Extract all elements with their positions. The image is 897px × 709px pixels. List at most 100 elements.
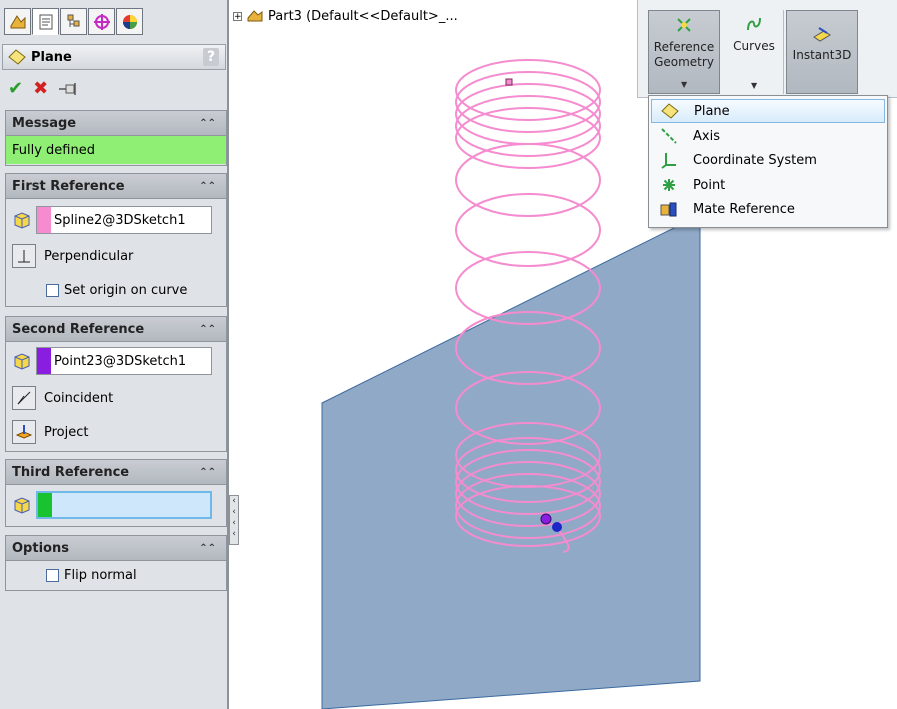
mate-reference-icon <box>659 199 679 219</box>
instant3d-button[interactable]: Instant3D <box>786 10 858 94</box>
third-reference-swatch <box>38 493 52 517</box>
reference-geometry-label: Reference Geometry <box>653 40 715 69</box>
reference-geometry-button[interactable]: Reference Geometry ▼ <box>648 10 720 94</box>
menu-item-plane[interactable]: Plane <box>651 99 885 123</box>
flip-normal-label: Flip normal <box>64 567 137 583</box>
first-reference-selection-row: Spline2@3DSketch1 <box>12 205 212 235</box>
menu-item-point[interactable]: Point <box>651 173 885 197</box>
menu-item-coordinate-system[interactable]: Coordinate System <box>651 148 885 172</box>
options-header[interactable]: Options ⌃⌃ <box>6 536 226 561</box>
part-name[interactable]: Part3 (Default<<Default>_... <box>268 9 458 24</box>
third-reference-field[interactable] <box>36 491 212 519</box>
reference-cube-icon <box>14 212 30 229</box>
reference-cube-icon <box>14 497 30 514</box>
coincident-option[interactable]: Coincident <box>12 386 113 410</box>
coincident-label: Coincident <box>44 390 114 406</box>
helix-coil <box>455 107 601 169</box>
manager-tabs <box>4 8 143 38</box>
feature-tree-icon <box>10 14 25 28</box>
helix-coil <box>455 193 601 267</box>
collapse-chevron-icon[interactable]: ⌃⌃ <box>199 324 216 335</box>
axis-icon <box>659 126 679 146</box>
dimxpert-manager-tab[interactable] <box>88 8 115 35</box>
set-origin-checkbox[interactable] <box>46 283 59 297</box>
options-group: Options ⌃⌃ Flip normal <box>5 535 227 591</box>
reference-geometry-icon <box>677 18 691 32</box>
display-manager-tab[interactable] <box>116 8 143 35</box>
options-header-label: Options <box>12 540 69 556</box>
perpendicular-option[interactable]: Perpendicular <box>12 244 133 268</box>
curves-button[interactable]: Curves ▼ <box>728 10 780 94</box>
spline-endpoint-marker[interactable] <box>505 78 513 86</box>
message-group: Message ⌃⌃ Fully defined <box>5 110 227 166</box>
helix-coil <box>455 71 601 133</box>
cancel-x-icon[interactable]: ✖ <box>33 80 48 98</box>
perpendicular-label: Perpendicular <box>44 248 134 264</box>
flip-normal-option[interactable]: Flip normal <box>46 563 137 587</box>
third-reference-selection-row <box>12 490 212 520</box>
menu-item-label: Axis <box>693 128 720 144</box>
help-button[interactable]: ? <box>203 48 219 66</box>
panel-title-bar: Plane ? <box>2 44 226 70</box>
panel-actions: ✔ ✖ <box>8 80 80 98</box>
feature-tree-breadcrumb: + Part3 (Default<<Default>_... <box>233 8 458 24</box>
project-option[interactable]: Project <box>12 420 88 444</box>
pushpin-icon[interactable] <box>58 82 80 96</box>
first-reference-header[interactable]: First Reference ⌃⌃ <box>6 174 226 199</box>
first-reference-group: First Reference ⌃⌃ Spline2@3DSketch1 Per… <box>5 173 227 307</box>
second-reference-group: Second Reference ⌃⌃ Point23@3DSketch1 Co… <box>5 316 227 452</box>
instant3d-label: Instant3D <box>792 48 852 62</box>
menu-item-mate-reference[interactable]: Mate Reference <box>651 197 885 221</box>
plane-icon <box>660 101 680 121</box>
set-origin-on-curve-option[interactable]: Set origin on curve <box>46 278 187 302</box>
second-reference-swatch <box>37 348 51 374</box>
configuration-manager-tab[interactable] <box>60 8 87 35</box>
property-sheet-icon <box>39 14 52 29</box>
perpendicular-icon <box>12 244 36 268</box>
message-text: Fully defined <box>6 136 226 164</box>
second-reference-field[interactable]: Point23@3DSketch1 <box>36 347 212 375</box>
second-reference-value: Point23@3DSketch1 <box>54 353 187 369</box>
toolbar-separator <box>783 10 784 94</box>
configuration-icon <box>67 14 79 27</box>
expand-icon[interactable]: + <box>233 11 242 21</box>
third-reference-header[interactable]: Third Reference ⌃⌃ <box>6 460 226 485</box>
instant3d-icon <box>813 27 831 42</box>
first-reference-value: Spline2@3DSketch1 <box>54 212 186 228</box>
menu-item-axis[interactable]: Axis <box>651 124 885 148</box>
curves-icon <box>747 17 761 31</box>
dropdown-arrow-icon[interactable]: ▼ <box>681 80 687 89</box>
flip-normal-checkbox[interactable] <box>46 568 59 582</box>
menu-item-label: Plane <box>694 103 730 119</box>
first-reference-swatch <box>37 207 51 233</box>
dimxpert-icon <box>93 13 110 30</box>
property-manager-tab[interactable] <box>32 8 59 35</box>
collapse-chevron-icon[interactable]: ⌃⌃ <box>199 467 216 478</box>
curves-label: Curves <box>733 39 775 53</box>
first-reference-field[interactable]: Spline2@3DSketch1 <box>36 206 212 234</box>
command-manager-toolbar: Reference Geometry ▼ Curves ▼ Instant3D <box>637 0 897 98</box>
selected-point-marker[interactable] <box>540 513 552 525</box>
second-reference-header-label: Second Reference <box>12 321 145 337</box>
project-label: Project <box>44 424 89 440</box>
menu-item-label: Coordinate System <box>693 152 817 168</box>
helix-coil <box>455 59 601 121</box>
feature-manager-tab[interactable] <box>4 8 31 35</box>
message-header-label: Message <box>12 115 77 131</box>
panel-title: Plane <box>31 49 72 65</box>
third-reference-header-label: Third Reference <box>12 464 130 480</box>
second-reference-selection-row: Point23@3DSketch1 <box>12 346 212 376</box>
collapse-chevron-icon[interactable]: ⌃⌃ <box>199 118 216 129</box>
collapse-chevron-icon[interactable]: ⌃⌃ <box>199 181 216 192</box>
project-icon <box>12 420 36 444</box>
helix-coil <box>455 83 601 145</box>
point-marker[interactable] <box>552 522 562 532</box>
set-origin-label: Set origin on curve <box>64 282 188 298</box>
message-group-header[interactable]: Message ⌃⌃ <box>6 111 226 136</box>
second-reference-header[interactable]: Second Reference ⌃⌃ <box>6 317 226 342</box>
collapse-chevron-icon[interactable]: ⌃⌃ <box>199 543 216 554</box>
first-reference-header-label: First Reference <box>12 178 125 194</box>
dropdown-arrow-icon[interactable]: ▼ <box>751 81 757 90</box>
ok-check-icon[interactable]: ✔ <box>8 80 23 98</box>
menu-item-label: Mate Reference <box>693 201 795 217</box>
